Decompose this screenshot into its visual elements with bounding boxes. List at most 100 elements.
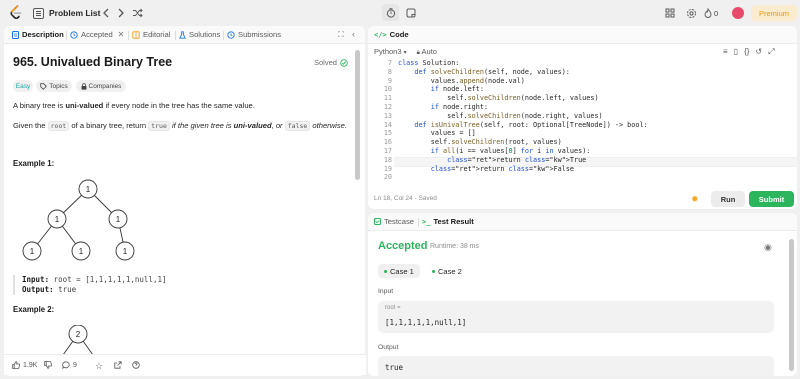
eye-icon[interactable]: ◉ <box>764 242 772 253</box>
tab-accepted-label: Accepted <box>81 30 113 39</box>
tree-node-value: 1 <box>79 247 84 256</box>
line-number: 10 <box>383 85 392 94</box>
maximize-icon[interactable]: ⛶ <box>338 30 344 40</box>
favorite-button[interactable]: ☆ <box>95 361 103 372</box>
tab-solutions[interactable]: Solutions <box>179 30 220 39</box>
timer-button[interactable] <box>382 4 399 21</box>
italic-text: , or <box>271 121 285 130</box>
tab-accepted[interactable]: Accepted ✕ <box>70 30 124 39</box>
code-brackets-icon: </> <box>374 30 387 39</box>
solved-status: Solved <box>314 58 348 67</box>
braces-icon[interactable]: {} <box>744 47 749 57</box>
code-line: if all(i == values[0] for i in values): <box>430 147 591 155</box>
problem-list-icon[interactable] <box>31 6 45 20</box>
autocomplete-mode[interactable]: 🔒︎ Auto <box>417 47 437 57</box>
help-button[interactable] <box>132 361 140 369</box>
tab-editorial[interactable]: Editorial <box>132 30 170 39</box>
line-number: 11 <box>383 94 392 103</box>
tab-description[interactable]: Description <box>12 30 64 39</box>
leetcode-logo[interactable] <box>8 4 24 20</box>
streak-fire-icon[interactable]: 0 <box>704 6 726 20</box>
fullscreen-icon[interactable]: ⤢ <box>768 47 774 57</box>
code-scrollbar[interactable] <box>790 58 795 118</box>
tab-code[interactable]: </> Code <box>374 30 409 39</box>
history-icon <box>70 30 78 39</box>
run-button[interactable]: Run <box>711 191 745 207</box>
code-line: values = [] <box>398 129 476 138</box>
tab-testcase[interactable]: Testcase <box>374 217 414 226</box>
line-number: 13 <box>383 111 392 120</box>
root-value: [1,1,1,1,1,null,1] <box>385 318 467 327</box>
code-panel-header: </> Code <box>368 26 797 44</box>
tab-divider <box>175 31 176 40</box>
tag-icon <box>40 82 48 90</box>
premium-button[interactable]: Premium <box>751 5 797 21</box>
example-1-io: Input: root = [1,1,1,1,1,null,1] Output:… <box>13 275 167 295</box>
chevron-right-icon[interactable] <box>114 6 128 20</box>
comment-icon <box>62 361 70 369</box>
format-icon[interactable]: ≡ <box>723 47 728 57</box>
share-icon <box>114 361 122 369</box>
line-number: 14 <box>383 120 392 129</box>
collapse-icon[interactable]: ‹ <box>352 29 355 39</box>
tab-submissions[interactable]: Submissions <box>227 30 281 39</box>
dislike-button[interactable] <box>44 361 52 369</box>
line-number: 9 <box>387 76 392 85</box>
top-nav-bar: Problem List 0 Premium <box>0 0 800 26</box>
problem-statement-1: A binary tree is uni-valued if every nod… <box>13 101 255 110</box>
chevron-left-icon[interactable] <box>99 6 113 20</box>
problem-list-link[interactable]: Problem List <box>49 8 100 18</box>
case-2-tab[interactable]: Case 2 <box>426 264 468 278</box>
tab-divider <box>66 31 67 40</box>
check-circle-icon <box>340 58 348 67</box>
input-value: root = [1,1,1,1,1,null,1] <box>49 275 167 284</box>
like-button[interactable]: 1.9K <box>12 361 37 369</box>
tab-test-result[interactable]: >_ Test Result <box>422 217 474 226</box>
code-toolbar: Python3 ▾ 🔒︎ Auto <box>374 47 437 57</box>
tab-description-label: Description <box>22 30 64 39</box>
result-scrollbar[interactable] <box>789 239 794 371</box>
history-icon <box>227 30 235 39</box>
thumbs-down-icon <box>44 361 52 369</box>
reset-icon[interactable]: ↺ <box>755 47 762 57</box>
code-panel: </> Code Python3 ▾ 🔒︎ Auto ≡ ▯ {} ↺ ⤢ 7c… <box>368 26 797 209</box>
question-circle-icon <box>132 361 140 369</box>
submit-button[interactable]: Submit <box>749 191 794 207</box>
tab-divider <box>128 31 129 40</box>
difficulty-badge[interactable]: Easy <box>13 80 33 92</box>
tree-node-value: 1 <box>86 185 91 194</box>
user-avatar[interactable] <box>732 7 744 19</box>
like-count: 1.9K <box>23 361 38 369</box>
test-result-panel: Testcase >_ Test Result Accepted Runtime… <box>368 213 797 376</box>
thumbs-up-icon <box>12 361 20 369</box>
text: A binary tree is <box>13 101 66 110</box>
star-icon: ☆ <box>95 361 104 371</box>
example-2-heading: Example 2: <box>13 305 55 314</box>
bookmark-icon[interactable]: ▯ <box>734 47 738 57</box>
settings-gear-icon[interactable] <box>684 6 698 20</box>
problem-statement-2: Given the root of a binary tree, return … <box>13 121 347 131</box>
emphasis-text: uni-valued <box>65 101 104 110</box>
code-line: self.solveChildren(root, values) <box>398 138 562 147</box>
input-box: root = [1,1,1,1,1,null,1] <box>378 301 774 333</box>
checkbox-icon <box>374 218 381 225</box>
debug-icon[interactable]: ✹ <box>691 194 699 205</box>
editor-status: Ln 18, Col 24 · Saved <box>374 195 437 202</box>
notes-button[interactable] <box>402 4 419 21</box>
code-line: self.solveChildren(node.left, values) <box>398 94 599 103</box>
topics-chip[interactable]: Topics <box>36 80 72 92</box>
description-scrollbar[interactable] <box>355 50 360 180</box>
code-line: class Solution: <box>398 59 460 67</box>
language-selector[interactable]: Python3 ▾ <box>374 47 407 57</box>
close-icon[interactable]: ✕ <box>118 30 125 39</box>
layout-grid-icon[interactable] <box>663 6 677 20</box>
shuffle-icon[interactable] <box>130 6 144 20</box>
share-button[interactable] <box>114 361 122 369</box>
companies-chip[interactable]: Companies <box>76 80 126 92</box>
code-editor[interactable]: 7 class Solution: 8 def solveChildren(self… <box>368 59 797 183</box>
comments-button[interactable]: 9 <box>62 361 77 369</box>
tree-node-value: 1 <box>123 247 128 256</box>
tree-node-value: 1 <box>30 247 35 256</box>
case-1-tab[interactable]: Case 1 <box>378 264 420 278</box>
code-line: def isUnivalTree(self, root: Optional[Tr… <box>414 120 648 129</box>
